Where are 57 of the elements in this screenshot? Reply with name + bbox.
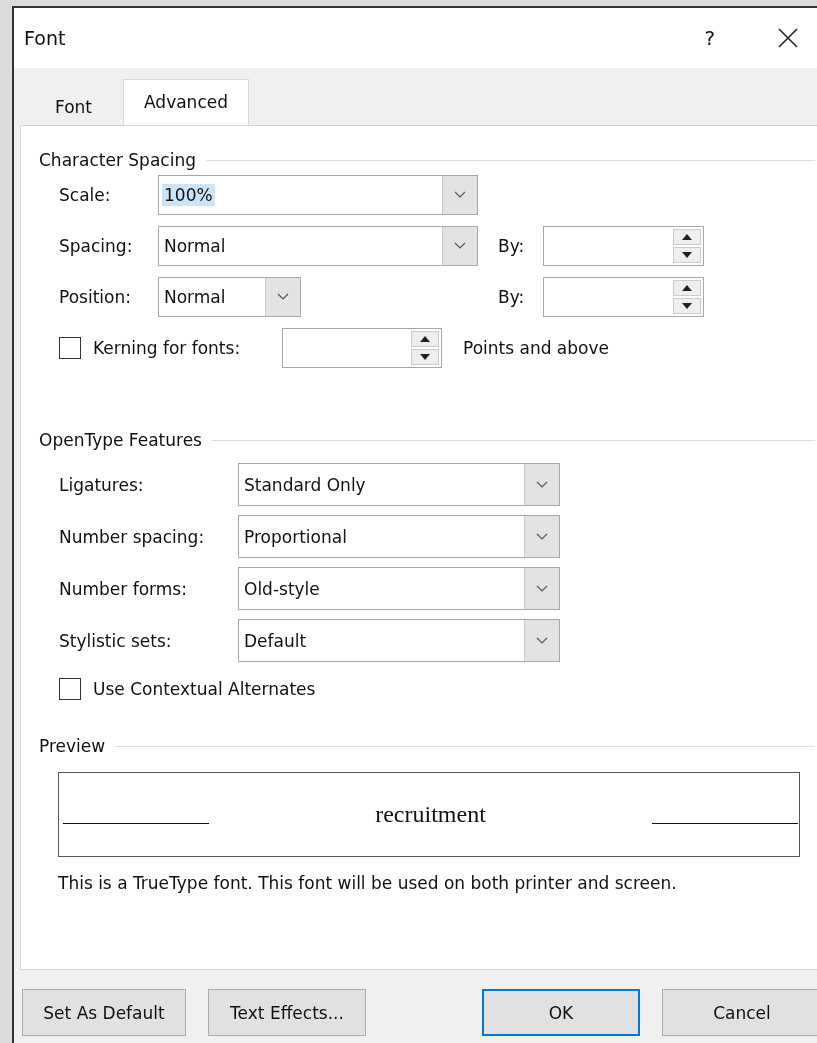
preview-text: recruitment bbox=[375, 801, 486, 828]
spin-up-button[interactable] bbox=[411, 330, 439, 347]
triangle-down-icon bbox=[682, 251, 692, 258]
triangle-down-icon bbox=[420, 353, 430, 360]
dropdown[interactable]: Normal bbox=[158, 276, 301, 317]
unit-label: Points and above bbox=[463, 337, 609, 358]
spin-up-button[interactable] bbox=[673, 279, 701, 296]
dropdown[interactable]: Standard Only bbox=[238, 463, 560, 506]
checkbox-label: Kerning for fonts: bbox=[93, 337, 242, 358]
section-title: Preview bbox=[39, 736, 106, 756]
field-label: Spacing: bbox=[59, 235, 134, 256]
window-title: Font bbox=[24, 27, 67, 49]
field-label: By: bbox=[498, 235, 526, 256]
dropdown[interactable]: Old-style bbox=[238, 567, 560, 610]
spin-field[interactable] bbox=[543, 276, 704, 317]
checkbox[interactable] bbox=[59, 336, 81, 359]
dialog-button[interactable]: Set As Default bbox=[22, 989, 186, 1036]
help-button[interactable]: ? bbox=[704, 26, 715, 50]
spin-down-button[interactable] bbox=[673, 246, 701, 263]
dropdown[interactable]: Normal bbox=[158, 225, 478, 266]
caret-icon bbox=[277, 292, 289, 301]
spin-field[interactable] bbox=[543, 225, 704, 266]
field-label: Position: bbox=[59, 286, 132, 307]
dropdown[interactable]: Default bbox=[238, 619, 560, 662]
caret-icon bbox=[536, 532, 548, 541]
field-label: Number spacing: bbox=[59, 526, 206, 547]
caret-icon bbox=[454, 241, 466, 250]
spin-down-button[interactable] bbox=[673, 297, 701, 314]
caret-icon bbox=[454, 190, 466, 199]
section-title: OpenType Features bbox=[39, 430, 202, 450]
dialog-button[interactable]: OK bbox=[482, 989, 640, 1036]
section-title: Character Spacing bbox=[39, 150, 196, 170]
triangle-down-icon bbox=[682, 302, 692, 309]
triangle-up-icon bbox=[420, 335, 430, 342]
field-label: Stylistic sets: bbox=[59, 630, 173, 651]
close-icon[interactable] bbox=[777, 27, 799, 49]
field-label: Number forms: bbox=[59, 578, 188, 599]
triangle-up-icon bbox=[682, 284, 692, 291]
checkbox-label: Use Contextual Alternates bbox=[93, 679, 316, 699]
dropdown[interactable]: Proportional bbox=[238, 515, 560, 558]
tab[interactable]: Font bbox=[24, 90, 123, 125]
field-label: Ligatures: bbox=[59, 474, 145, 495]
spin-up-button[interactable] bbox=[673, 228, 701, 245]
spin-field[interactable] bbox=[282, 327, 442, 368]
dialog-button[interactable]: Cancel bbox=[662, 989, 817, 1036]
checkbox[interactable] bbox=[59, 678, 81, 700]
spin-down-button[interactable] bbox=[411, 348, 439, 365]
dialog-button[interactable]: Text Effects... bbox=[208, 989, 366, 1036]
caret-icon bbox=[536, 480, 548, 489]
caret-icon bbox=[536, 584, 548, 593]
caret-icon bbox=[536, 636, 548, 645]
field-label: By: bbox=[498, 286, 526, 307]
triangle-up-icon bbox=[682, 233, 692, 240]
tab[interactable]: Advanced bbox=[123, 79, 249, 125]
field-label: Scale: bbox=[59, 184, 112, 205]
dropdown[interactable]: 100% bbox=[158, 174, 478, 215]
font-info-text: This is a TrueType font. This font will be used on both printer and screen. bbox=[58, 873, 678, 893]
